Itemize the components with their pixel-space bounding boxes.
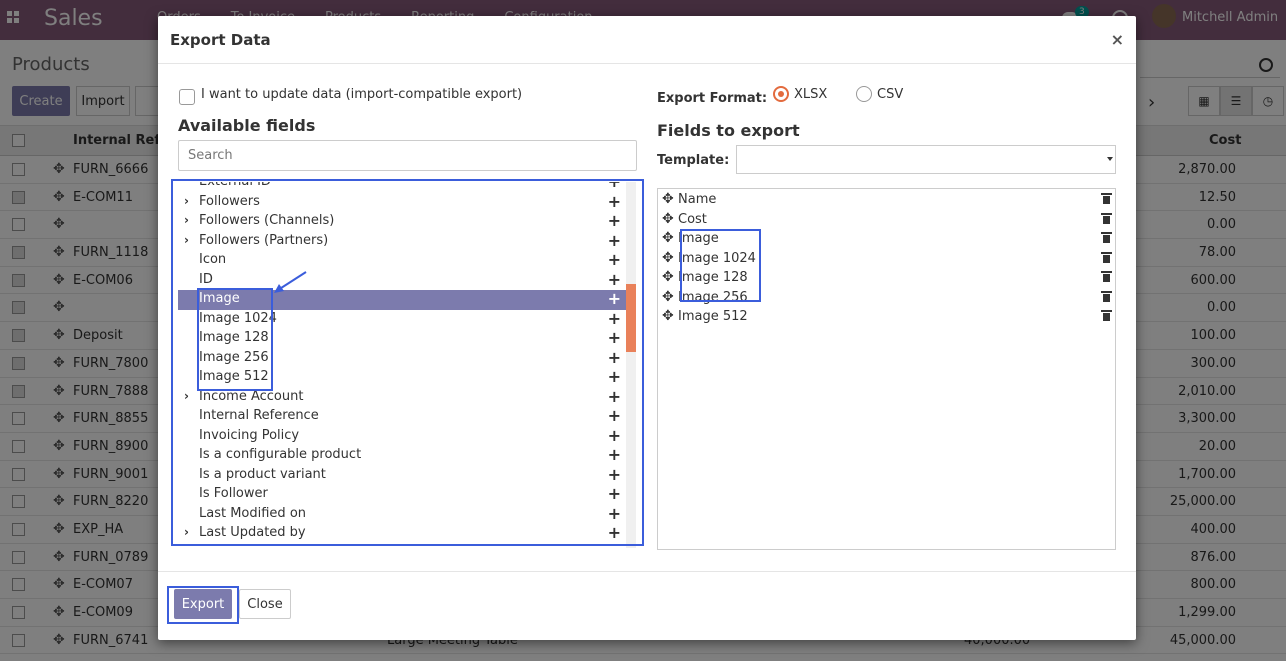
xlsx-label[interactable]: XLSX — [794, 87, 827, 102]
trash-icon[interactable] — [1101, 232, 1112, 243]
export-field-item[interactable]: ✥ Cost — [658, 211, 1115, 231]
template-select[interactable] — [736, 145, 1116, 174]
export-format-label: Export Format: — [657, 91, 768, 106]
export-dialog: Export Data × I want to update data (imp… — [158, 16, 1136, 640]
import-compatible-checkbox[interactable] — [179, 89, 195, 105]
dialog-header: Export Data × — [158, 16, 1136, 64]
drag-handle-icon[interactable]: ✥ — [662, 308, 674, 324]
exported-image-fields-highlight — [680, 229, 761, 302]
trash-icon[interactable] — [1101, 251, 1112, 263]
dialog-title: Export Data — [170, 31, 271, 49]
export-button-highlight — [167, 586, 239, 624]
trash-icon[interactable] — [1101, 212, 1112, 224]
export-field-label: Name — [678, 192, 717, 207]
fields-to-export-title: Fields to export — [657, 121, 800, 140]
drag-handle-icon[interactable]: ✥ — [662, 289, 674, 305]
drag-handle-icon[interactable]: ✥ — [662, 230, 674, 246]
template-label: Template: — [657, 153, 730, 168]
trash-icon[interactable] — [1101, 271, 1112, 282]
trash-icon[interactable] — [1101, 290, 1112, 302]
export-field-label: Image 512 — [678, 309, 748, 324]
import-compatible-label[interactable]: I want to update data (import-compatible… — [201, 87, 522, 102]
csv-label[interactable]: CSV — [877, 87, 903, 102]
export-field-label: Cost — [678, 211, 707, 227]
drag-handle-icon[interactable]: ✥ — [662, 269, 674, 285]
trash-icon[interactable] — [1101, 310, 1112, 321]
annotation-arrow-icon — [274, 271, 307, 293]
drag-handle-icon[interactable]: ✥ — [662, 250, 674, 266]
csv-radio[interactable] — [856, 86, 872, 102]
chevron-down-icon — [1107, 157, 1113, 161]
export-field-item[interactable]: ✥ Image 512 — [658, 308, 1115, 328]
export-field-item[interactable]: ✥ Name — [658, 191, 1115, 211]
image-fields-highlight — [197, 288, 273, 391]
drag-handle-icon[interactable]: ✥ — [662, 191, 674, 207]
xlsx-radio[interactable] — [773, 86, 789, 102]
drag-handle-icon[interactable]: ✥ — [662, 211, 674, 227]
field-search-input[interactable] — [178, 140, 637, 171]
close-icon[interactable]: × — [1111, 30, 1124, 49]
dialog-footer: Export Close — [158, 571, 1136, 640]
trash-icon[interactable] — [1101, 193, 1112, 204]
close-button[interactable]: Close — [239, 589, 291, 619]
available-fields-title: Available fields — [178, 116, 316, 135]
